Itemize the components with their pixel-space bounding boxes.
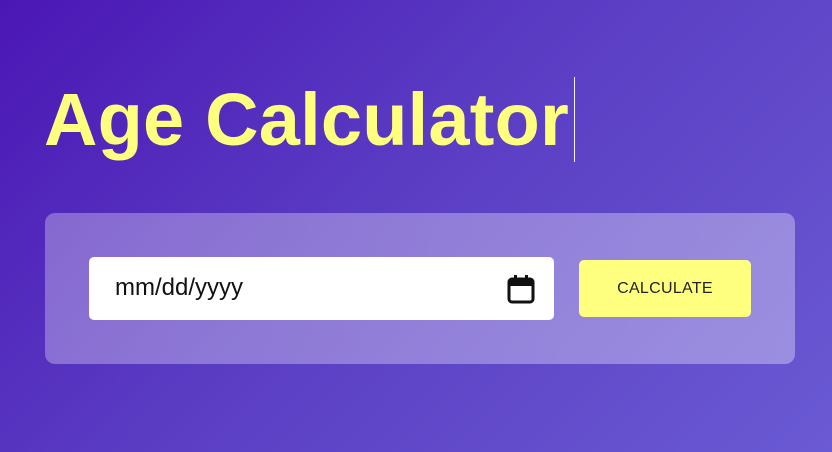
date-placeholder: mm/dd/yyyy [115,274,244,301]
calendar-icon[interactable] [505,273,537,305]
page-title: Age Calculator [44,78,570,161]
text-cursor [574,77,575,162]
calculate-button[interactable]: CALCULATE [579,260,751,317]
birthdate-input[interactable]: mm/dd/yyyy [89,257,554,320]
